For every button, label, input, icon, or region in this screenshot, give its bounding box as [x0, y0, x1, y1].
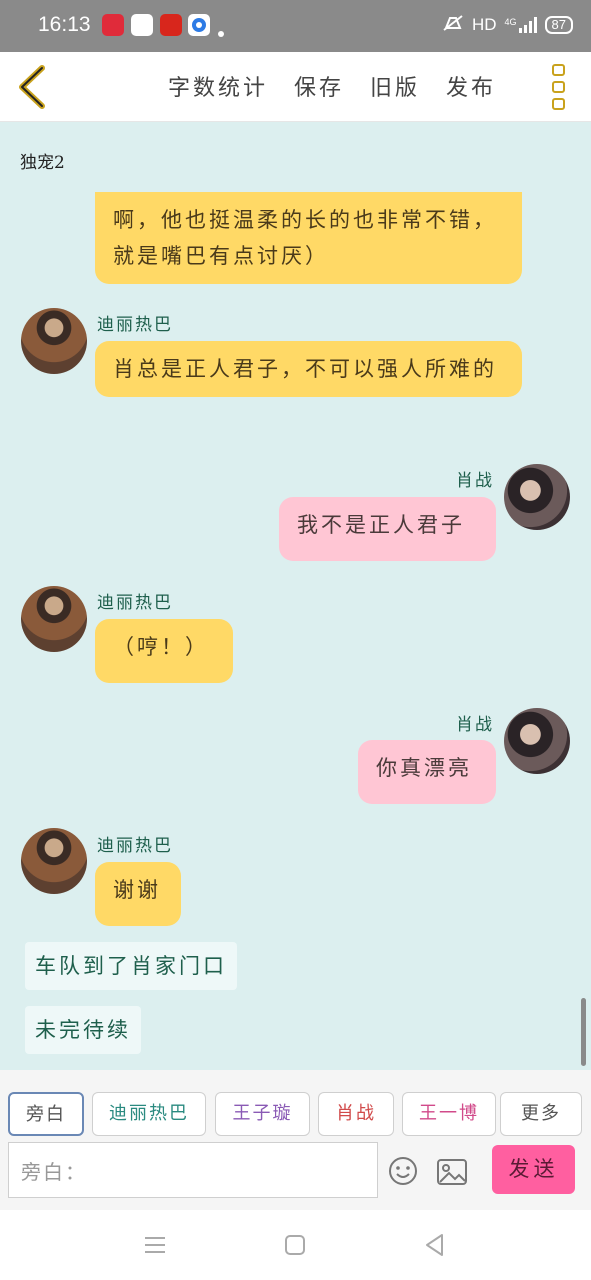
home-icon[interactable] [282, 1232, 308, 1258]
back-icon[interactable] [422, 1232, 448, 1258]
app-notification-icon [102, 14, 124, 36]
narration-text: 未完待续 [35, 1018, 131, 1042]
avatar[interactable] [504, 708, 570, 774]
menu-icon[interactable] [142, 1232, 168, 1258]
header-actions: 字数统计 保存 旧版 发布 [168, 70, 496, 102]
message-bubble[interactable]: 你真漂亮 [358, 740, 496, 804]
editor-header: 字数统计 保存 旧版 发布 [0, 52, 591, 122]
composer-toolbar: 旁白 迪丽热巴 王子璇 肖战 王一博 更多 旁白： 发送 [0, 1070, 591, 1210]
character-tab-wangzixuan[interactable]: 王子璇 [215, 1092, 310, 1136]
word-count-button[interactable]: 字数统计 [168, 70, 268, 102]
status-time: 16:13 [38, 13, 91, 36]
input-placeholder: 旁白： [21, 1160, 87, 1184]
status-bar: 16:13 HD 4G 87 [0, 0, 591, 52]
send-button[interactable]: 发送 [492, 1145, 575, 1194]
character-tab-xiaozhan[interactable]: 肖战 [318, 1092, 394, 1136]
network-label: HD [471, 15, 497, 34]
character-tab-narrator[interactable]: 旁白 [8, 1092, 84, 1136]
character-tab-more[interactable]: 更多 [500, 1092, 582, 1136]
network-type: 4G [504, 17, 517, 27]
avatar[interactable] [504, 464, 570, 530]
scrollbar[interactable] [581, 998, 586, 1066]
app-notification-icon [160, 14, 182, 36]
message-text: （哼！） [113, 635, 209, 659]
message-text: 谢谢 [113, 878, 161, 902]
sender-name: 迪丽热巴 [97, 315, 173, 335]
avatar[interactable] [21, 828, 87, 894]
message-bubble[interactable]: 肖总是正人君子，不可以强人所难的 [95, 341, 522, 397]
narration-bubble[interactable]: 车队到了肖家门口 [25, 942, 237, 990]
message-input[interactable]: 旁白： [8, 1142, 378, 1198]
sender-name: 肖战 [456, 471, 494, 491]
story-title: 独宠2 [20, 153, 65, 173]
message-text: 啊，他也挺温柔的长的也非常不错，就是嘴巴有点讨厌） [113, 208, 497, 268]
character-tab-wangyibo[interactable]: 王一博 [402, 1092, 496, 1136]
system-nav-bar [0, 1210, 591, 1280]
sender-name: 迪丽热巴 [97, 836, 173, 856]
notification-dot [218, 31, 224, 37]
message-bubble[interactable]: 我不是正人君子 [279, 497, 496, 561]
avatar[interactable] [21, 308, 87, 374]
browser-icon [188, 14, 210, 36]
more-vertical-icon[interactable] [552, 64, 566, 110]
chat-area[interactable]: 独宠2 啊，他也挺温柔的长的也非常不错，就是嘴巴有点讨厌） 迪丽热巴 肖总是正人… [0, 122, 591, 1070]
sender-name: 肖战 [456, 715, 494, 735]
message-bubble[interactable]: （哼！） [95, 619, 233, 683]
old-version-button[interactable]: 旧版 [370, 70, 420, 102]
message-text: 肖总是正人君子，不可以强人所难的 [113, 357, 497, 381]
avatar[interactable] [21, 586, 87, 652]
character-tab-dilireba[interactable]: 迪丽热巴 [92, 1092, 206, 1136]
narration-text: 车队到了肖家门口 [35, 954, 227, 978]
message-text: 我不是正人君子 [297, 513, 465, 537]
status-indicators: HD 4G 87 [442, 12, 573, 38]
vibrate-icon [442, 14, 464, 37]
save-button[interactable]: 保存 [294, 70, 344, 102]
narration-bubble[interactable]: 未完待续 [25, 1006, 141, 1054]
message-bubble[interactable]: 谢谢 [95, 862, 181, 926]
back-chevron-icon[interactable] [14, 64, 54, 110]
image-icon[interactable] [436, 1158, 468, 1186]
message-bubble[interactable]: 啊，他也挺温柔的长的也非常不错，就是嘴巴有点讨厌） [95, 192, 522, 284]
emoji-icon[interactable] [388, 1156, 418, 1186]
play-store-icon [131, 14, 153, 36]
signal-icon: 4G [505, 17, 537, 33]
sender-name: 迪丽热巴 [97, 593, 173, 613]
battery-indicator: 87 [544, 16, 573, 34]
message-text: 你真漂亮 [376, 756, 472, 780]
publish-button[interactable]: 发布 [446, 70, 496, 102]
